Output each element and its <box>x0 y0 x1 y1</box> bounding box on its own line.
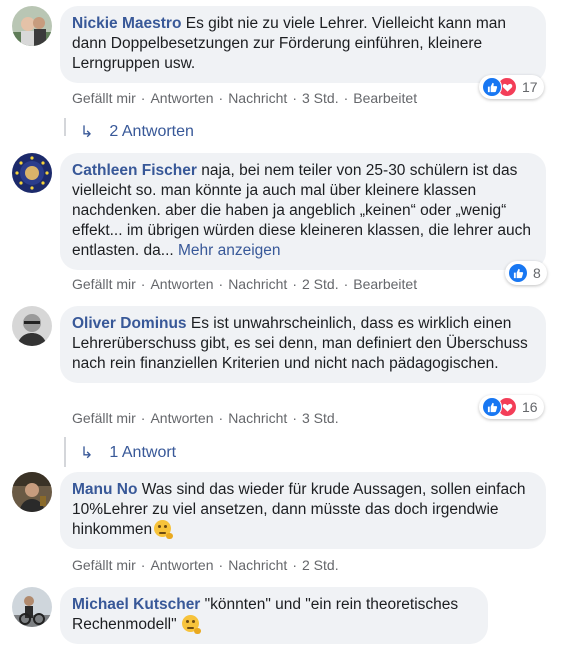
message-button[interactable]: Nachricht <box>228 410 287 426</box>
reply-button[interactable]: Antworten <box>150 557 213 573</box>
like-icon <box>508 263 528 283</box>
like-icon <box>482 397 502 417</box>
comment-text: Was sind das wieder für krude Aussagen, … <box>72 481 526 538</box>
comment-actions: Gefällt mir · Antworten · Nachricht · 3 Std. <box>72 410 339 426</box>
like-button[interactable]: Gefällt mir <box>72 410 136 426</box>
message-button[interactable]: Nachricht <box>228 276 287 292</box>
reply-arrow-icon: ↳ <box>80 445 94 462</box>
like-button[interactable]: Gefällt mir <box>72 90 136 106</box>
thread-line <box>64 118 66 136</box>
reply-arrow-icon: ↳ <box>80 124 94 141</box>
like-button[interactable]: Gefällt mir <box>72 276 136 292</box>
reply-button[interactable]: Antworten <box>150 410 213 426</box>
view-replies-link[interactable]: ↳ 2 Antworten <box>80 122 194 142</box>
timestamp[interactable]: 3 Std. <box>302 410 339 426</box>
reaction-summary[interactable]: 16 <box>479 395 544 419</box>
like-button[interactable]: Gefällt mir <box>72 557 136 573</box>
comment-actions: Gefällt mir · Antworten · Nachricht · 2 Std. <box>72 557 339 573</box>
reply-button[interactable]: Antworten <box>150 90 213 106</box>
timestamp[interactable]: 2 Std. <box>302 557 339 573</box>
comment-author[interactable]: Michael Kutscher <box>72 596 200 613</box>
message-button[interactable]: Nachricht <box>228 90 287 106</box>
like-icon <box>482 77 502 97</box>
message-button[interactable]: Nachricht <box>228 557 287 573</box>
avatar[interactable] <box>12 153 52 193</box>
avatar[interactable] <box>12 587 52 627</box>
avatar[interactable] <box>12 306 52 346</box>
reaction-summary[interactable]: 17 <box>479 75 544 99</box>
replies-count: 1 Antwort <box>109 444 177 461</box>
comment: Nickie Maestro Es gibt nie zu viele Lehr… <box>0 0 575 150</box>
replies-count: 2 Antworten <box>109 123 194 140</box>
reply-button[interactable]: Antworten <box>150 276 213 292</box>
reaction-summary[interactable]: 8 <box>505 261 547 285</box>
comment-actions: Gefällt mir · Antworten · Nachricht · 3 Std. · B… <box>72 90 418 106</box>
comment-author[interactable]: Nickie Maestro <box>72 15 181 32</box>
comment-bubble: Oliver Dominus Es ist unwahrscheinlich, … <box>60 306 546 383</box>
comment-author[interactable]: Oliver Dominus <box>72 315 187 332</box>
edited-label[interactable]: Bearbeitet <box>353 276 417 292</box>
reaction-count: 8 <box>533 265 541 281</box>
thinking-face-icon <box>181 615 201 634</box>
avatar[interactable] <box>12 6 52 46</box>
timestamp[interactable]: 2 Std. <box>302 276 339 292</box>
comment-actions: Gefällt mir · Antworten · Nachricht · 2 Std. · B… <box>72 276 418 292</box>
view-replies-link[interactable]: ↳ 1 Antwort <box>80 443 176 463</box>
see-more-link[interactable]: Mehr anzeigen <box>178 242 281 259</box>
comment-bubble: Michael Kutscher "könnten" und "ein rein… <box>60 587 488 644</box>
comment-bubble: Cathleen Fischer naja, bei nem teiler vo… <box>60 153 546 270</box>
comment-author[interactable]: Manu No <box>72 481 137 498</box>
comment-bubble: Nickie Maestro Es gibt nie zu viele Lehr… <box>60 6 546 83</box>
thread-line <box>64 437 66 467</box>
comment-bubble: Manu No Was sind das wieder für krude Au… <box>60 472 546 549</box>
reaction-count: 16 <box>522 399 538 415</box>
timestamp[interactable]: 3 Std. <box>302 90 339 106</box>
reaction-count: 17 <box>522 79 538 95</box>
edited-label[interactable]: Bearbeitet <box>353 90 417 106</box>
thinking-face-icon <box>154 520 174 539</box>
avatar[interactable] <box>12 472 52 512</box>
comment-author[interactable]: Cathleen Fischer <box>72 162 197 179</box>
